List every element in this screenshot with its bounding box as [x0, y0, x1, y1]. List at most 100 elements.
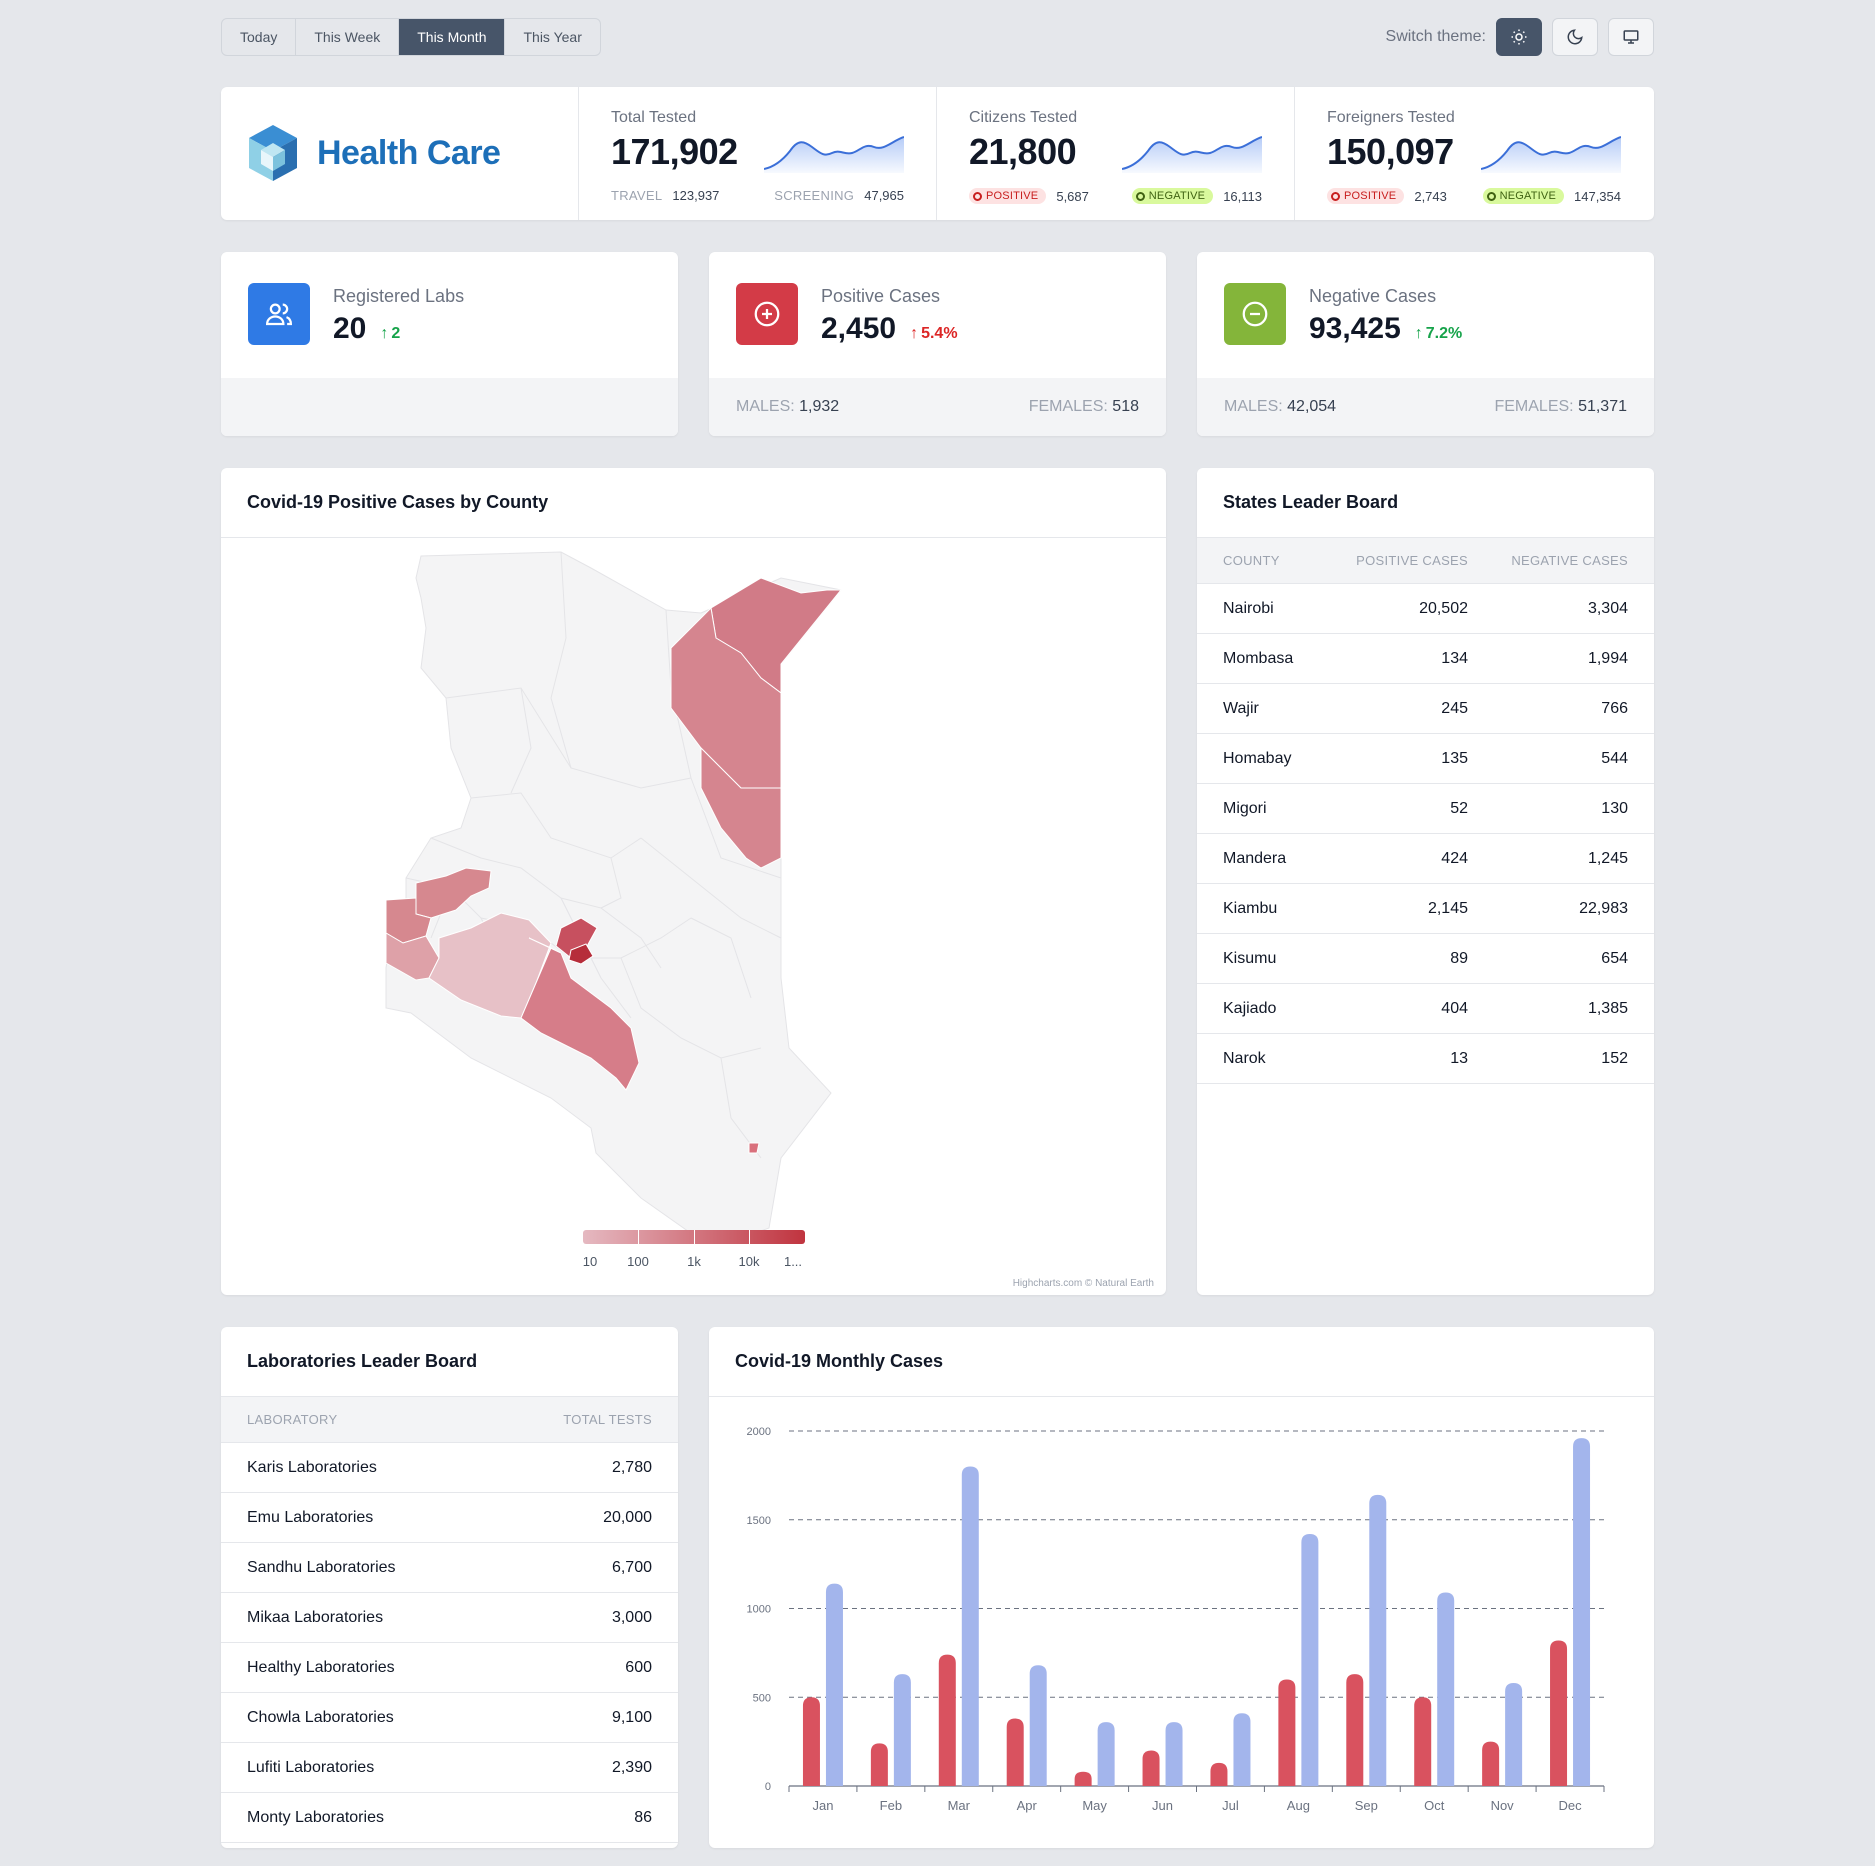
stat-footer: POSITIVE 5,687 NEGATIVE 16,113: [969, 188, 1262, 204]
table-row[interactable]: Healthy Laboratories 600: [221, 1643, 678, 1693]
brand: Health Care: [221, 87, 579, 220]
sparkline: [1122, 136, 1262, 173]
table-row[interactable]: Mikaa Laboratories 3,000: [221, 1593, 678, 1643]
system-theme-button[interactable]: [1608, 18, 1654, 56]
bar-negative: [893, 1674, 911, 1786]
dark-theme-button[interactable]: [1552, 18, 1598, 56]
monthly-cases-chart: 0 500 1000 1500 2000 Jan Feb Mar Apr May Jun Jul Aug…: [747, 1426, 1605, 1813]
table-row[interactable]: Kiambu 2,145 22,983: [1197, 884, 1654, 934]
bar-negative: [1165, 1722, 1183, 1786]
bar-positive: [1142, 1750, 1160, 1786]
summary-value: 93,425: [1309, 312, 1401, 345]
table-row[interactable]: Monty Laboratories 86: [221, 1793, 678, 1843]
table-row[interactable]: Kisumu 89 654: [1197, 934, 1654, 984]
total-tests-cell: 600: [625, 1658, 652, 1676]
map-credits[interactable]: Highcharts.com © Natural Earth: [1013, 1278, 1154, 1289]
stat-label: Foreigners Tested: [1327, 109, 1455, 126]
period-today-button[interactable]: Today: [222, 19, 297, 55]
minus-circle-icon: [1224, 283, 1286, 345]
county-cell: Homabay: [1223, 749, 1292, 767]
total-tests-cell: 3,000: [611, 1608, 652, 1626]
period-selector: Today This Week This Month This Year: [221, 18, 601, 56]
county-cell: Mombasa: [1223, 649, 1294, 667]
positive-cell: 20,502: [1419, 599, 1468, 617]
registered-labs-card: Registered Labs 20 ↑ 2: [221, 252, 678, 436]
monitor-icon: [1623, 30, 1639, 44]
negative-badge: NEGATIVE: [1482, 188, 1564, 204]
states-title: States Leader Board: [1223, 492, 1399, 512]
period-month-button[interactable]: This Month: [399, 19, 506, 55]
table-row[interactable]: Sandhu Laboratories 6,700: [221, 1543, 678, 1593]
travel-value: 123,937: [672, 188, 720, 203]
legend-label: 1k: [687, 1254, 701, 1269]
table-row[interactable]: Mombasa 134 1,994: [1197, 634, 1654, 684]
x-tick-label: Mar: [948, 1798, 971, 1813]
females-value: 51,371: [1578, 398, 1627, 415]
table-row[interactable]: Mandera 424 1,245: [1197, 834, 1654, 884]
x-tick-label: Dec: [1558, 1798, 1582, 1813]
kenya-map[interactable]: [221, 538, 1166, 1238]
legend-label: 10k: [738, 1254, 760, 1269]
negative-cell: 1,994: [1587, 649, 1628, 667]
x-tick-label: May: [1082, 1798, 1107, 1813]
positive-cases-card: Positive Cases 2,450 ↑ 5.4% MALES: 1,932 …: [709, 252, 1166, 436]
summary-value: 2,450: [821, 312, 897, 345]
light-theme-button[interactable]: [1496, 18, 1542, 56]
negative-value: 16,113: [1223, 188, 1262, 204]
males-label: MALES:: [1224, 398, 1283, 415]
total-tests-cell: 20,000: [603, 1508, 652, 1526]
total-tests-cell: 6,700: [611, 1558, 652, 1576]
males-value: 1,932: [799, 398, 840, 415]
stat-label: Citizens Tested: [969, 109, 1078, 126]
period-week-button[interactable]: This Week: [296, 19, 400, 55]
laboratory-cell: Mikaa Laboratories: [247, 1608, 384, 1626]
table-body: Nairobi 20,502 3,304 Mombasa 134 1,994 Wajir 24…: [1197, 584, 1654, 1084]
legend-label: 1...: [783, 1254, 803, 1269]
table-row[interactable]: Chowla Laboratories 9,100: [221, 1693, 678, 1743]
laboratory-cell: Karis Laboratories: [247, 1458, 377, 1476]
summary-label: Registered Labs: [333, 286, 465, 306]
table-row[interactable]: Migori 52 130: [1197, 784, 1654, 834]
stat-footer: POSITIVE 2,743 NEGATIVE 147,354: [1327, 188, 1621, 204]
screening-value: 47,965: [864, 188, 904, 203]
table-row[interactable]: Lufiti Laboratories 2,390: [221, 1743, 678, 1793]
map-legend: 10 100 1k 10k 1...: [583, 1230, 805, 1269]
foreigners-tested-stat: Foreigners Tested 150,097 POSITIVE 2,743 …: [1295, 87, 1653, 220]
table-row[interactable]: Nairobi 20,502 3,304: [1197, 584, 1654, 634]
table-row[interactable]: Emu Laboratories 20,000: [221, 1493, 678, 1543]
legend-label: 10: [582, 1254, 598, 1269]
bar-negative: [1097, 1722, 1115, 1786]
column-header: COUNTY: [1223, 553, 1280, 568]
x-tick-label: Jan: [812, 1798, 833, 1813]
period-year-button[interactable]: This Year: [505, 19, 599, 55]
bar-positive: [1006, 1718, 1024, 1786]
county-cell: Mandera: [1223, 849, 1287, 867]
bar-positive: [938, 1654, 956, 1786]
summary-label: Negative Cases: [1309, 286, 1437, 306]
screening-label: SCREENING: [774, 188, 855, 203]
positive-cell: 424: [1441, 849, 1468, 867]
table-row[interactable]: Kajiado 404 1,385: [1197, 984, 1654, 1034]
negative-cell: 544: [1601, 749, 1628, 767]
table-row[interactable]: Narok 13 152: [1197, 1034, 1654, 1084]
bar-negative: [1233, 1713, 1251, 1786]
theme-switcher: Switch theme:: [1386, 18, 1654, 56]
column-header: NEGATIVE CASES: [1511, 553, 1628, 568]
bar-negative: [825, 1583, 843, 1786]
total-tests-cell: 9,100: [611, 1708, 652, 1726]
bar-negative: [1437, 1592, 1455, 1786]
laboratory-cell: Healthy Laboratories: [247, 1658, 395, 1676]
negative-cell: 1,245: [1587, 849, 1628, 867]
plus-circle-icon: [736, 283, 798, 345]
summary-value: 20: [333, 312, 367, 345]
summary-change: ↑ 2: [380, 325, 401, 342]
table-row[interactable]: Wajir 245 766: [1197, 684, 1654, 734]
county-cell: Kisumu: [1223, 949, 1277, 967]
county-cell: Narok: [1223, 1049, 1266, 1067]
table-row[interactable]: Karis Laboratories 2,780: [221, 1443, 678, 1493]
negative-cell: 1,385: [1587, 999, 1628, 1017]
x-tick-label: Sep: [1355, 1798, 1378, 1813]
labs-title: Laboratories Leader Board: [247, 1351, 478, 1371]
table-row[interactable]: Homabay 135 544: [1197, 734, 1654, 784]
positive-cell: 134: [1441, 649, 1468, 667]
